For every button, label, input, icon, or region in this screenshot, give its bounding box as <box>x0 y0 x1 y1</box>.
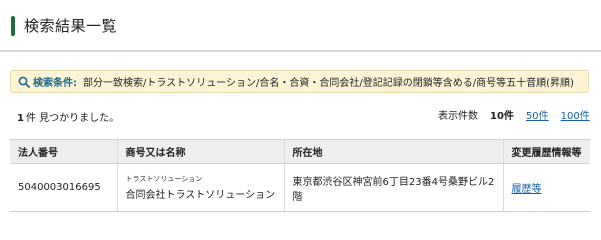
search-conditions-label: 検索条件: <box>33 78 77 89</box>
search-conditions-value: 部分一致検索/トラストソリューション/合名・合資・合同会社/登記記録の閉鎖等含め… <box>83 78 574 89</box>
name-cell: トラストソリューション 合同会社トラストソリューション <box>117 163 285 212</box>
header-accent-bar <box>11 16 15 36</box>
table-row: 5040003016695 トラストソリューション 合同会社トラストソリューショ… <box>10 163 590 212</box>
search-conditions: 検索条件: 部分一致検索/トラストソリューション/合名・合資・合同会社/登記記録… <box>10 70 589 93</box>
result-count-text: 件 見つかりました。 <box>25 113 120 124</box>
company-name: 合同会社トラストソリューション <box>125 190 276 201</box>
results-table: 法人番号 商号又は名称 所在地 変更履歴情報等 5040003016695 トラ… <box>10 139 590 212</box>
per-page-option-100[interactable]: 100件 <box>561 107 590 122</box>
result-count-number: 1 <box>17 113 24 124</box>
page-header: 検索結果一覧 <box>0 0 601 52</box>
per-page-option-50[interactable]: 50件 <box>526 107 549 122</box>
per-page-selector: 表示件数 10件 50件 100件 <box>438 107 590 122</box>
column-header-address: 所在地 <box>284 139 504 164</box>
column-header-name: 商号又は名称 <box>117 139 285 164</box>
search-results-page: 検索結果一覧 検索条件: 部分一致検索/トラストソリューション/合名・合資・合同… <box>0 0 601 215</box>
address-cell: 東京都渋谷区神宮前6丁目23番4号桑野ビル2階 <box>284 163 504 212</box>
column-header-history: 変更履歴情報等 <box>503 139 590 164</box>
search-icon <box>18 76 30 88</box>
table-header-row: 法人番号 商号又は名称 所在地 変更履歴情報等 <box>10 139 590 164</box>
corp-number-cell: 5040003016695 <box>10 163 118 212</box>
result-count: 1件 見つかりました。 <box>17 109 119 124</box>
per-page-current: 10件 <box>490 111 514 122</box>
name-kana: トラストソリューション <box>125 175 203 183</box>
per-page-label: 表示件数 <box>438 111 478 122</box>
history-link[interactable]: 履歴等 <box>512 184 542 195</box>
page-title: 検索結果一覧 <box>24 17 118 35</box>
history-cell: 履歴等 <box>503 163 590 212</box>
column-header-corp-number: 法人番号 <box>10 139 118 164</box>
